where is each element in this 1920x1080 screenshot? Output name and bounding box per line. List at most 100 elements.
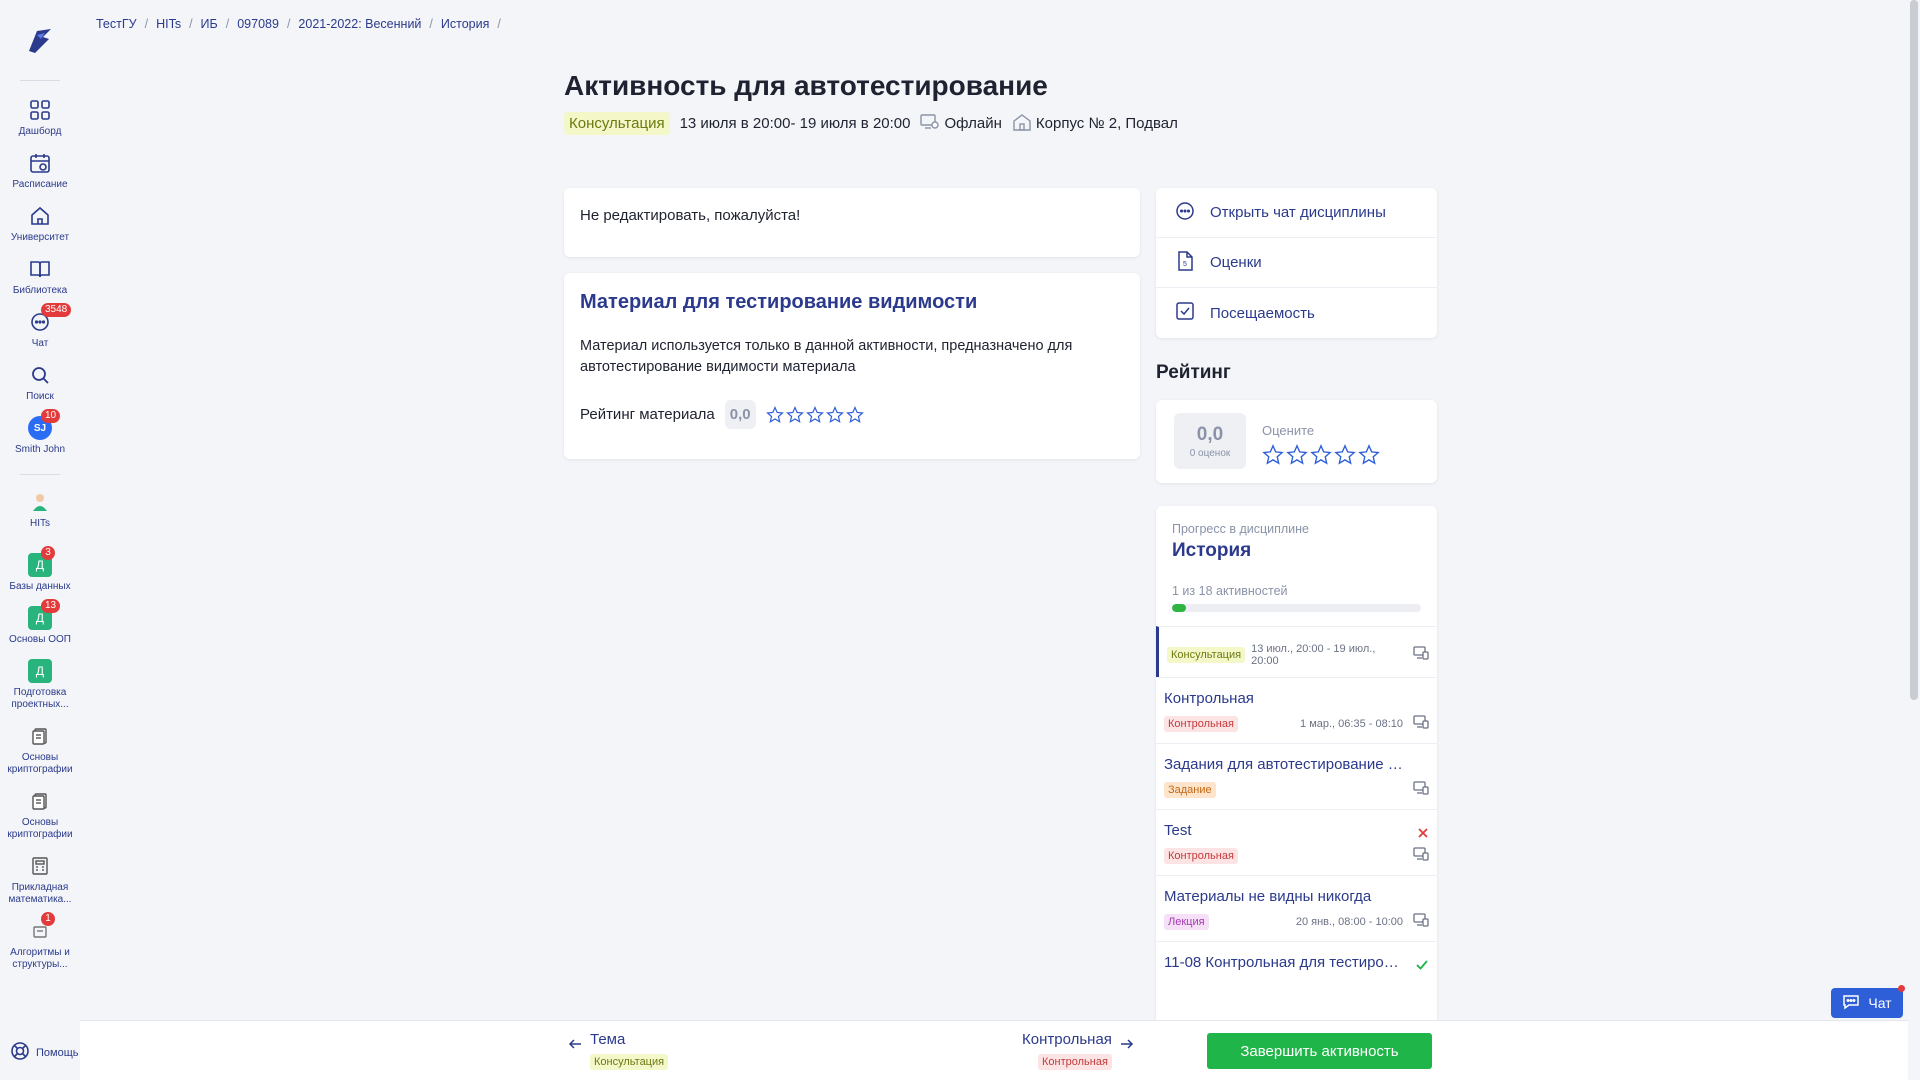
star-icon — [785, 405, 804, 423]
sidebar-item-profile[interactable]: SJ 10 Smith John — [0, 409, 80, 462]
breadcrumb-item[interactable]: 2021-2022: Весенний — [298, 17, 421, 31]
star-icon — [845, 405, 864, 423]
sidebar-item-library[interactable]: Библиотека — [0, 250, 80, 303]
activity-item[interactable]: Контрольная Контрольная 1 мар., 06:35 - … — [1156, 677, 1437, 743]
material-rating: Рейтинг материала 0,0 — [580, 400, 1124, 429]
sidebar-item-label: Поиск — [26, 391, 54, 402]
logo-icon[interactable] — [18, 18, 62, 62]
sidebar-item-dashboard[interactable]: Дашборд — [0, 91, 80, 144]
breadcrumb-item[interactable]: ТестГУ — [96, 17, 137, 31]
sidebar-item-hits[interactable]: HITs — [0, 483, 80, 536]
activity-format: Офлайн — [944, 115, 1002, 132]
device-icon — [1413, 781, 1429, 799]
activity-tag: Контрольная — [1164, 716, 1238, 732]
breadcrumb-item[interactable]: 097089 — [237, 17, 279, 31]
help-link[interactable]: Помощь — [10, 1041, 79, 1064]
sidebar-item-label: Университет — [10, 232, 70, 243]
sidebar-item-label: Подготовка проектных... — [11, 687, 69, 710]
sidebar-item-label: Библиотека — [12, 285, 68, 296]
device-icon — [1413, 913, 1429, 931]
check-icon — [1415, 958, 1429, 975]
sidebar: Дашборд Расписание Университет Библиотек… — [0, 0, 80, 1080]
activity-location: Корпус № 2, Подвал — [1035, 115, 1178, 132]
activity-tag: Задание — [1164, 782, 1216, 798]
page-scrollbar[interactable] — [1908, 0, 1920, 1080]
material-rating-value: 0,0 — [724, 400, 756, 429]
sidebar-item-course-crypto-2[interactable]: Основы криптографии — [0, 782, 80, 847]
description-text: Не редактировать, пожалуйста! — [580, 207, 801, 224]
sidebar-item-label: Smith John — [14, 444, 66, 455]
sidebar-item-course-math[interactable]: Прикладная математика... — [0, 847, 80, 912]
sidebar-item-schedule[interactable]: Расписание — [0, 144, 80, 197]
dashboard-icon — [27, 97, 53, 123]
activity-tag: Лекция — [1164, 914, 1209, 930]
grades-link[interactable]: 5 Оценки — [1156, 238, 1437, 288]
device-icon — [1413, 715, 1429, 733]
star-icon — [1262, 444, 1284, 465]
next-activity-tag: Контрольная — [1037, 1054, 1112, 1070]
progress-count: 1 из 18 активностей — [1172, 584, 1288, 598]
sidebar-item-label: Основы криптографии — [7, 817, 73, 840]
sidebar-item-course-db[interactable]: Д 3 Базы данных — [0, 546, 80, 599]
sidebar-item-university[interactable]: Университет — [0, 197, 80, 250]
rating-score-box: 0,0 0 оценок — [1174, 413, 1246, 469]
activity-item[interactable]: Задания для автотестирование №5 Задание — [1156, 743, 1437, 809]
sidebar-item-course-crypto-1[interactable]: Основы криптографии — [0, 717, 80, 782]
cross-icon — [1417, 826, 1429, 843]
rating-heading: Рейтинг — [1156, 362, 1231, 383]
sidebar-item-course-oop[interactable]: Д 13 Основы ООП — [0, 599, 80, 652]
progress-discipline[interactable]: История — [1172, 540, 1421, 562]
sidebar-item-search[interactable]: Поиск — [0, 356, 80, 409]
activity-name: Контрольная — [1164, 690, 1254, 707]
material-stars[interactable] — [765, 405, 864, 424]
attendance-link[interactable]: Посещаемость — [1156, 288, 1437, 338]
sidebar-item-chat[interactable]: 3548 Чат — [0, 303, 80, 356]
prev-activity-name: Тема — [590, 1031, 626, 1048]
scrollbar-thumb[interactable] — [1910, 0, 1918, 700]
next-activity-link[interactable]: Контрольная Контрольная — [1022, 1031, 1134, 1070]
sidebar-item-label: Расписание — [12, 179, 68, 190]
next-activity-name: Контрольная — [1022, 1031, 1112, 1048]
finish-activity-button[interactable]: Завершить активность — [1207, 1033, 1432, 1069]
page-title: Активность для автотестирование — [564, 70, 1048, 101]
sidebar-item-label: Дашборд — [18, 126, 62, 137]
star-icon — [1358, 444, 1380, 465]
course-badge: 1 — [41, 912, 55, 926]
activity-item[interactable]: Test Контрольная — [1156, 809, 1437, 875]
book-icon — [27, 256, 53, 282]
sidebar-item-course-projects[interactable]: Д Подготовка проектных... — [0, 652, 80, 717]
activity-type-tag: Консультация — [564, 112, 670, 135]
activity-navigation-bar: Тема Консультация Контрольная Контрольна… — [80, 1020, 1910, 1080]
floating-chat-button[interactable]: Чат — [1831, 985, 1905, 1018]
progress-caption: Прогресс в дисциплине — [1172, 522, 1310, 536]
activity-name: Материалы не видны никогда — [1164, 888, 1372, 905]
activity-item[interactable]: 11-08 Контрольная для тестиров... — [1156, 941, 1437, 981]
open-chat-link[interactable]: Открыть чат дисциплины — [1156, 188, 1437, 238]
discipline-progress: Прогресс в дисциплине История 1 из 18 ак… — [1156, 506, 1437, 1036]
sidebar-item-label: Основы ООП — [9, 634, 71, 645]
rating-count: 0 оценок — [1189, 447, 1231, 459]
rate-stars[interactable] — [1262, 444, 1380, 466]
prev-activity-link[interactable]: Тема Консультация — [568, 1031, 669, 1070]
breadcrumb-item[interactable]: HITs — [156, 17, 181, 31]
hits-icon — [27, 489, 53, 515]
sidebar-item-course-algo[interactable]: 1 Алгоритмы и структуры... — [0, 912, 80, 977]
course-doc-icon — [27, 723, 53, 749]
sidebar-item-label: Базы данных — [9, 581, 71, 592]
breadcrumb-item[interactable]: ИБ — [201, 17, 218, 31]
course-doc-icon — [27, 788, 53, 814]
university-icon — [27, 203, 53, 229]
star-icon — [1334, 444, 1356, 465]
activity-date: 13 июл., 20:00 - 19 июл., 20:00 — [1251, 643, 1376, 667]
activity-name: Задания для автотестирование №5 — [1164, 756, 1404, 773]
rating-score: 0,0 — [1196, 423, 1224, 445]
search-icon — [27, 362, 53, 388]
activity-tag: Контрольная — [1164, 848, 1238, 864]
activity-item[interactable]: Материалы не видны никогда Лекция 20 янв… — [1156, 875, 1437, 941]
notification-dot — [1898, 985, 1905, 992]
chat-icon — [1174, 200, 1196, 226]
breadcrumb-item[interactable]: История — [441, 17, 489, 31]
material-title[interactable]: Материал для тестирование видимости — [580, 291, 1124, 314]
activity-item-current[interactable]: Консультация 13 июл., 20:00 - 19 июл., 2… — [1156, 626, 1437, 677]
building-icon — [1012, 113, 1032, 135]
